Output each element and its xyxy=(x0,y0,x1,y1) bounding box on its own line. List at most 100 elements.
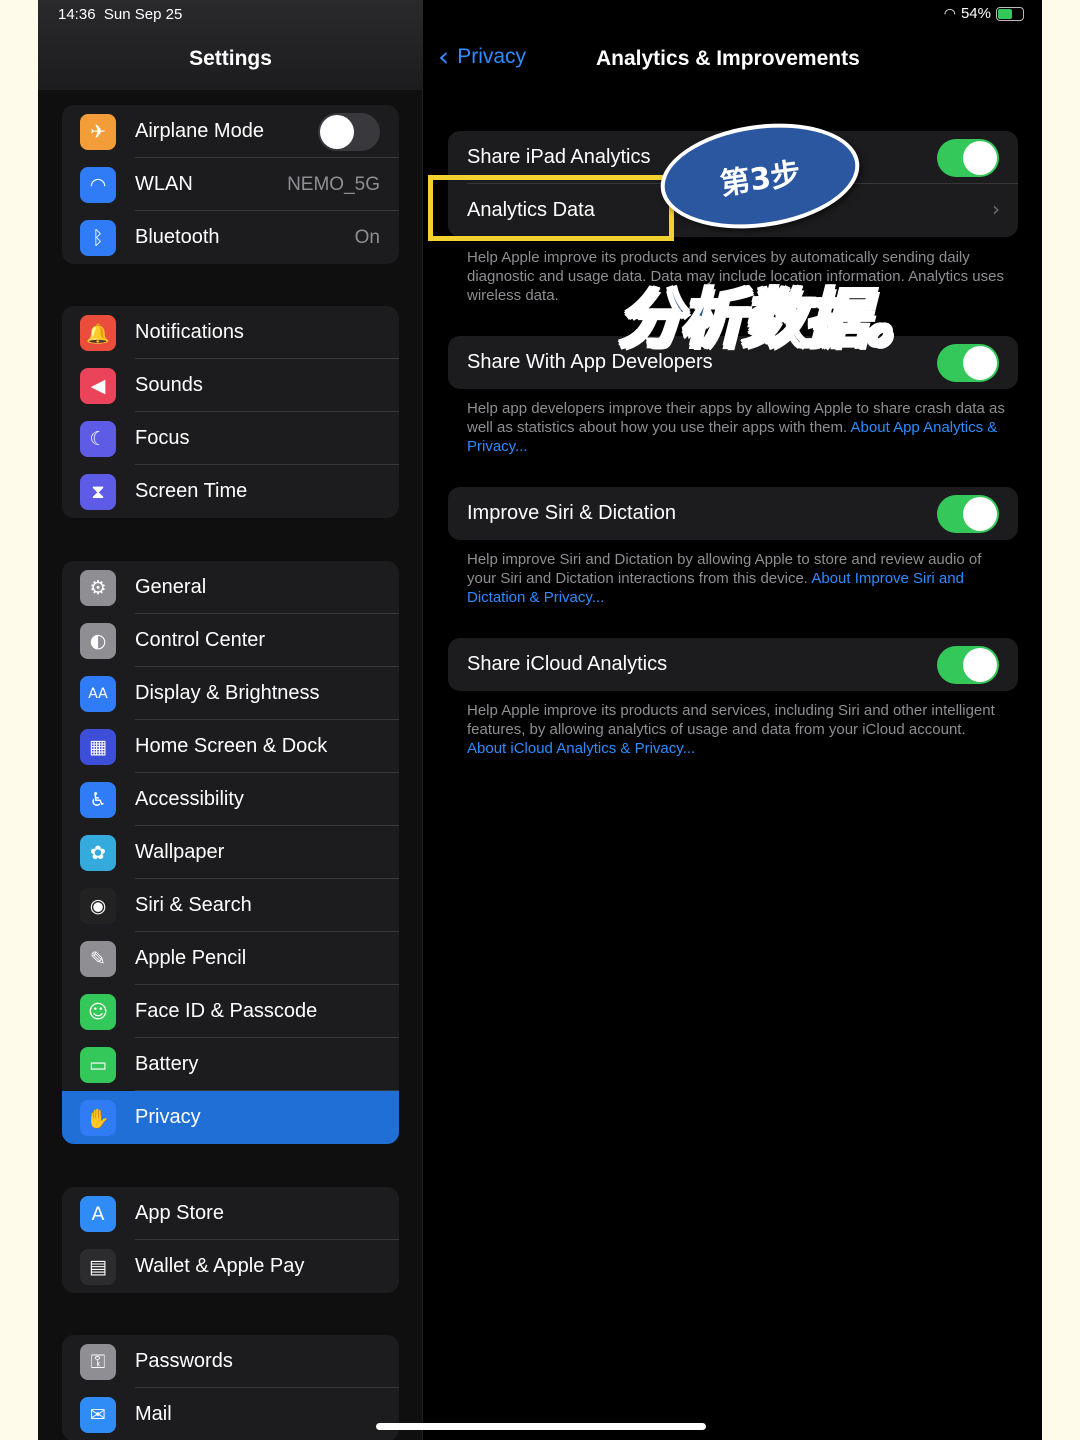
section-footer: Help improve Siri and Dictation by allow… xyxy=(467,550,1007,607)
bell-icon: 🔔 xyxy=(80,315,116,351)
sidebar-item-label: Accessibility xyxy=(135,788,244,810)
sidebar-item-label: Wallet & Apple Pay xyxy=(135,1255,305,1277)
sidebar-group: ⚿ Passwords ✉ Mail xyxy=(62,1335,399,1440)
sidebar-item-label: Battery xyxy=(135,1053,199,1075)
sidebar-group: ⚙ General ◐ Control Center AA Display & Brigh… xyxy=(62,561,399,1144)
sidebar-item-screen-time[interactable]: ⧗ Screen Time xyxy=(62,465,399,518)
toggle-knob xyxy=(963,346,997,380)
sidebar-item-label: Focus xyxy=(135,427,190,449)
sidebar-item-notifications[interactable]: 🔔 Notifications xyxy=(62,306,399,359)
sidebar-item-wallpaper[interactable]: ✿ Wallpaper xyxy=(62,826,399,879)
chevron-right-icon: › xyxy=(992,197,1000,221)
sidebar-item-label: Airplane Mode xyxy=(135,120,264,142)
toggle-knob xyxy=(963,648,997,682)
sidebar-item-home-screen-dock[interactable]: ▦ Home Screen & Dock xyxy=(62,720,399,773)
toggle-knob xyxy=(963,141,997,175)
sidebar-item-label: Mail xyxy=(135,1403,172,1425)
airplane-icon: ✈ xyxy=(80,114,116,150)
sidebar-item-passwords[interactable]: ⚿ Passwords xyxy=(62,1335,399,1388)
moon-icon: ☾ xyxy=(80,421,116,457)
sidebar-item-label: Privacy xyxy=(135,1106,201,1128)
home-indicator[interactable] xyxy=(376,1423,706,1430)
wallet-icon: ▤ xyxy=(80,1249,116,1285)
siri-icon: ◉ xyxy=(80,888,116,924)
hand-icon: ✋ xyxy=(80,1100,116,1136)
share-ipad-analytics-toggle[interactable] xyxy=(937,139,999,177)
sidebar-item-control-center[interactable]: ◐ Control Center xyxy=(62,614,399,667)
battery-percent: 54% xyxy=(960,5,991,22)
sidebar-item-value: NEMO_5G xyxy=(287,174,380,195)
sidebar-item-accessibility[interactable]: ♿ Accessibility xyxy=(62,773,399,826)
settings-section: Share iCloud Analytics xyxy=(448,638,1018,691)
improve-siri-dictation-toggle[interactable] xyxy=(937,495,999,533)
highlight-annotation xyxy=(428,175,674,241)
airplane-mode-toggle[interactable] xyxy=(318,113,380,151)
status-time: 14:36 Sun Sep 25 xyxy=(58,6,183,23)
face-id-icon: ☺ xyxy=(80,994,116,1030)
flower-icon: ✿ xyxy=(80,835,116,871)
sidebar-group: ✈ Airplane Mode ◠ WLAN NEMO_5G ᛒ Bluetooth On xyxy=(62,105,399,264)
page-title: Analytics & Improvements xyxy=(596,47,860,70)
toggle-knob xyxy=(963,497,997,531)
sidebar-item-privacy[interactable]: ✋ Privacy xyxy=(62,1091,399,1144)
footer-text: Help Apple improve its products and serv… xyxy=(467,702,995,738)
switches-icon: ◐ xyxy=(80,623,116,659)
sidebar-item-label: Apple Pencil xyxy=(135,947,247,969)
setting-label: Improve Siri & Dictation xyxy=(467,502,676,524)
sidebar-item-airplane-mode[interactable]: ✈ Airplane Mode xyxy=(62,105,399,158)
toggle-knob xyxy=(320,115,354,149)
sidebar-item-label: Wallpaper xyxy=(135,841,225,863)
battery-status-icon xyxy=(996,6,1024,21)
sidebar-item-label: Bluetooth xyxy=(135,226,220,248)
sidebar-item-sounds[interactable]: ◀ Sounds xyxy=(62,359,399,412)
share-with-app-developers-toggle[interactable] xyxy=(937,344,999,382)
hourglass-icon: ⧗ xyxy=(80,474,116,510)
sidebar-item-label: WLAN xyxy=(135,173,193,195)
wifi-icon: ◠ xyxy=(80,167,116,203)
sidebar-item-value: On xyxy=(354,227,380,248)
sidebar-item-label: Control Center xyxy=(135,629,266,651)
sidebar-item-wallet-apple-pay[interactable]: ▤ Wallet & Apple Pay xyxy=(62,1240,399,1293)
accessibility-icon: ♿ xyxy=(80,782,116,818)
sidebar-group: 🔔 Notifications ◀ Sounds ☾ Focus ⧗ Screen Time xyxy=(62,306,399,518)
sidebar-item-mail[interactable]: ✉ Mail xyxy=(62,1388,399,1440)
sidebar-item-general[interactable]: ⚙ General xyxy=(62,561,399,614)
sidebar-item-label: Face ID & Passcode xyxy=(135,1000,318,1022)
mail-icon: ✉ xyxy=(80,1397,116,1433)
pencil-icon: ✎ xyxy=(80,941,116,977)
text-size-icon: AA xyxy=(80,676,116,712)
sidebar-item-label: Sounds xyxy=(135,374,203,396)
sidebar-item-face-id-passcode[interactable]: ☺ Face ID & Passcode xyxy=(62,985,399,1038)
settings-sidebar: 14:36 Sun Sep 25 Settings ✈ Airplane Mode… xyxy=(38,0,423,1440)
sidebar-item-display-brightness[interactable]: AA Display & Brightness xyxy=(62,667,399,720)
sidebar-header: 14:36 Sun Sep 25 Settings xyxy=(38,0,423,90)
sidebar-item-wlan[interactable]: ◠ WLAN NEMO_5G xyxy=(62,158,399,211)
share-icloud-analytics-toggle[interactable] xyxy=(937,646,999,684)
chevron-left-icon: ‹ xyxy=(438,40,450,73)
sidebar-title: Settings xyxy=(189,47,272,70)
setting-row-share-icloud-analytics[interactable]: Share iCloud Analytics xyxy=(448,638,1018,691)
caption-annotation: 分析数据。 xyxy=(617,282,932,359)
setting-row-improve-siri-dictation[interactable]: Improve Siri & Dictation xyxy=(448,487,1018,540)
app-store-icon: A xyxy=(80,1196,116,1232)
sidebar-item-label: App Store xyxy=(135,1202,224,1224)
back-label: Privacy xyxy=(457,45,527,68)
back-button[interactable]: ‹ Privacy xyxy=(438,40,527,73)
wifi-status-icon: ◠ xyxy=(943,5,956,22)
sidebar-item-label: General xyxy=(135,576,207,598)
sidebar-item-focus[interactable]: ☾ Focus xyxy=(62,412,399,465)
key-icon: ⚿ xyxy=(80,1344,116,1380)
sidebar-item-label: Display & Brightness xyxy=(135,682,320,704)
sidebar-item-battery[interactable]: ▭ Battery xyxy=(62,1038,399,1091)
bluetooth-icon: ᛒ xyxy=(80,220,116,256)
sidebar-item-app-store[interactable]: A App Store xyxy=(62,1187,399,1240)
grid-icon: ▦ xyxy=(80,729,116,765)
footer-link[interactable]: About iCloud Analytics & Privacy... xyxy=(467,740,695,757)
sidebar-item-bluetooth[interactable]: ᛒ Bluetooth On xyxy=(62,211,399,264)
battery-icon: ▭ xyxy=(80,1047,116,1083)
section-footer: Help Apple improve its products and serv… xyxy=(467,701,1007,758)
speaker-icon: ◀ xyxy=(80,368,116,404)
sidebar-item-apple-pencil[interactable]: ✎ Apple Pencil xyxy=(62,932,399,985)
sidebar-item-label: Home Screen & Dock xyxy=(135,735,328,757)
sidebar-item-siri-search[interactable]: ◉ Siri & Search xyxy=(62,879,399,932)
